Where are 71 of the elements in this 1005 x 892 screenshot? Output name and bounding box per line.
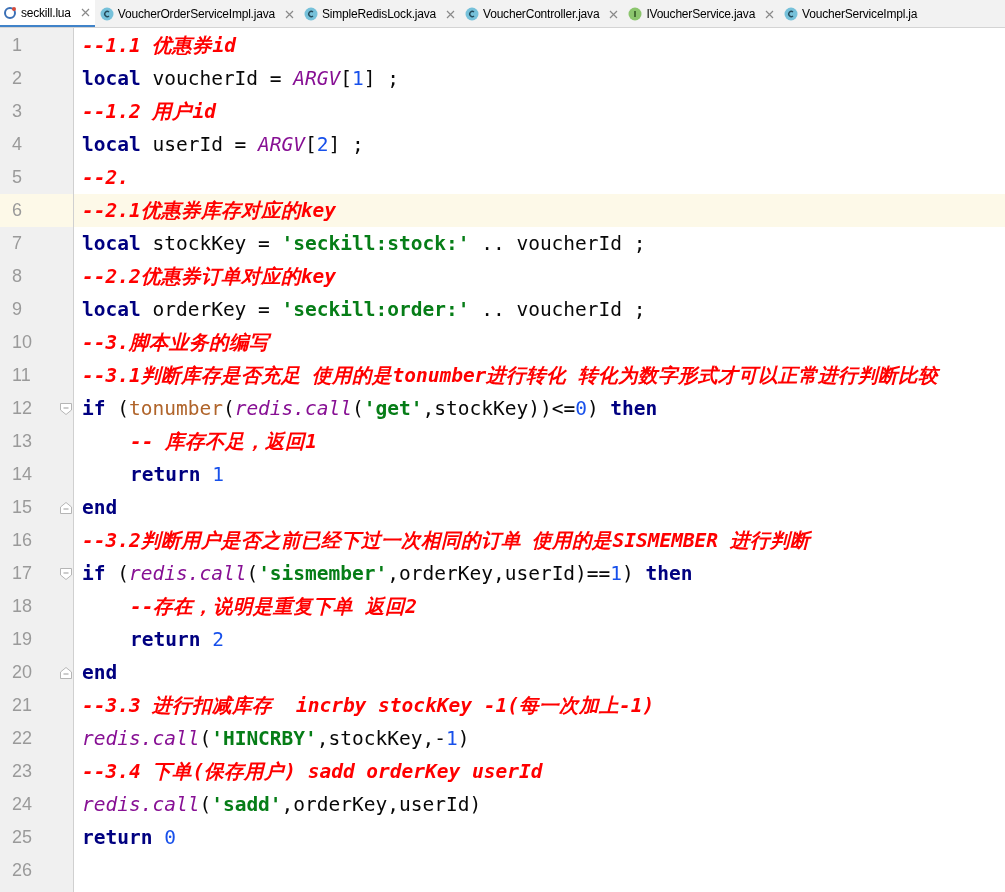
comment-line: --3.2判断用户是否之前已经下过一次相同的订单 使用的是SISMEMBER 进行判断 <box>82 527 810 554</box>
close-icon[interactable] <box>765 9 775 19</box>
code-line: if (tonumber(redis.call('get',stockKey))<=0) then <box>82 395 658 422</box>
line-number: 12 <box>12 397 33 420</box>
class-file-icon <box>303 7 318 21</box>
fold-marker-icon[interactable] <box>60 666 72 679</box>
line-number: 26 <box>12 859 33 882</box>
comment-line: --3.3 进行扣减库存 incrby stockKey -1(每一次加上-1) <box>82 692 655 719</box>
class-file-icon <box>99 7 114 21</box>
code-line: return 1 <box>130 461 224 488</box>
interface-file-icon <box>628 7 643 21</box>
line-number: 14 <box>12 463 33 486</box>
line-number: 22 <box>12 727 33 750</box>
close-icon[interactable] <box>80 8 90 17</box>
comment-line: --2. <box>82 164 129 191</box>
line-number: 11 <box>12 364 31 387</box>
code-line: redis.call('HINCRBY',stockKey,-1) <box>82 725 470 752</box>
code-line: local stockKey = 'seckill:stock:' .. voucherId ; <box>82 230 646 257</box>
comment-line: --1.2 用户id <box>82 98 216 125</box>
comment-line: --存在，说明是重复下单 返回2 <box>130 593 417 620</box>
line-number: 18 <box>12 595 33 618</box>
line-number: 1 <box>12 34 22 57</box>
comment-line: --1.1 优惠券id <box>82 32 236 59</box>
code-line: if (redis.call('sismember',orderKey,userId)==1) then <box>82 560 693 587</box>
line-number: 13 <box>12 430 33 453</box>
line-number: 2 <box>12 67 22 90</box>
code-line: return 0 <box>82 824 176 851</box>
line-number: 24 <box>12 793 33 816</box>
code-line: end <box>82 659 118 686</box>
comment-line: -- 库存不足，返回1 <box>130 428 317 455</box>
line-number: 16 <box>12 529 33 552</box>
code-line: return 2 <box>130 626 224 653</box>
close-icon[interactable] <box>284 9 294 19</box>
close-icon[interactable] <box>446 9 456 19</box>
line-number: 17 <box>12 562 33 585</box>
line-number: 21 <box>12 694 33 717</box>
code-line: redis.call('sadd',orderKey,userId) <box>82 791 482 818</box>
code-line: local orderKey = 'seckill:order:' .. voucherId ; <box>82 296 646 323</box>
editor-tab[interactable]: seckill.lua <box>0 0 95 27</box>
line-number: 15 <box>12 496 33 519</box>
editor-tab[interactable]: VoucherServiceImpl.ja <box>779 0 923 27</box>
lua-file-icon <box>3 5 17 20</box>
fold-marker-icon[interactable] <box>60 567 72 580</box>
line-number: 9 <box>12 298 22 321</box>
line-number: 7 <box>12 232 22 255</box>
close-icon[interactable] <box>609 9 619 19</box>
comment-line: --2.1优惠券库存对应的key <box>82 197 336 224</box>
fold-marker-icon[interactable] <box>60 501 72 514</box>
line-number: 6 <box>12 199 22 222</box>
code-line: end <box>82 494 118 521</box>
fold-marker-icon[interactable] <box>60 402 72 415</box>
comment-line: --3.4 下单(保存用户) sadd orderKey userId <box>82 758 543 785</box>
comment-line: --2.2优惠券订单对应的key <box>82 263 336 290</box>
line-number: 5 <box>12 166 22 189</box>
editor-tab[interactable]: VoucherController.java <box>460 0 624 27</box>
class-file-icon <box>784 7 799 21</box>
line-number: 3 <box>12 100 22 123</box>
code-line: local voucherId = ARGV[1] ; <box>82 65 400 92</box>
line-number: 8 <box>12 265 22 288</box>
code-line: local userId = ARGV[2] ; <box>82 131 364 158</box>
line-number: 25 <box>12 826 33 849</box>
editor-tab[interactable]: SimpleRedisLock.java <box>298 0 461 27</box>
line-number: 20 <box>12 661 33 684</box>
class-file-icon <box>465 7 480 21</box>
editor-tab[interactable]: VoucherOrderServiceImpl.java <box>94 0 299 27</box>
comment-line: --3.1判断库存是否充足 使用的是tonumber进行转化 转化为数字形式才可以正常进行判断比较 <box>82 362 939 389</box>
line-number: 10 <box>12 331 33 354</box>
line-number: 23 <box>12 760 33 783</box>
line-number: 19 <box>12 628 33 651</box>
line-number: 4 <box>12 133 22 156</box>
editor-tab[interactable]: IVoucherService.java <box>623 0 780 27</box>
